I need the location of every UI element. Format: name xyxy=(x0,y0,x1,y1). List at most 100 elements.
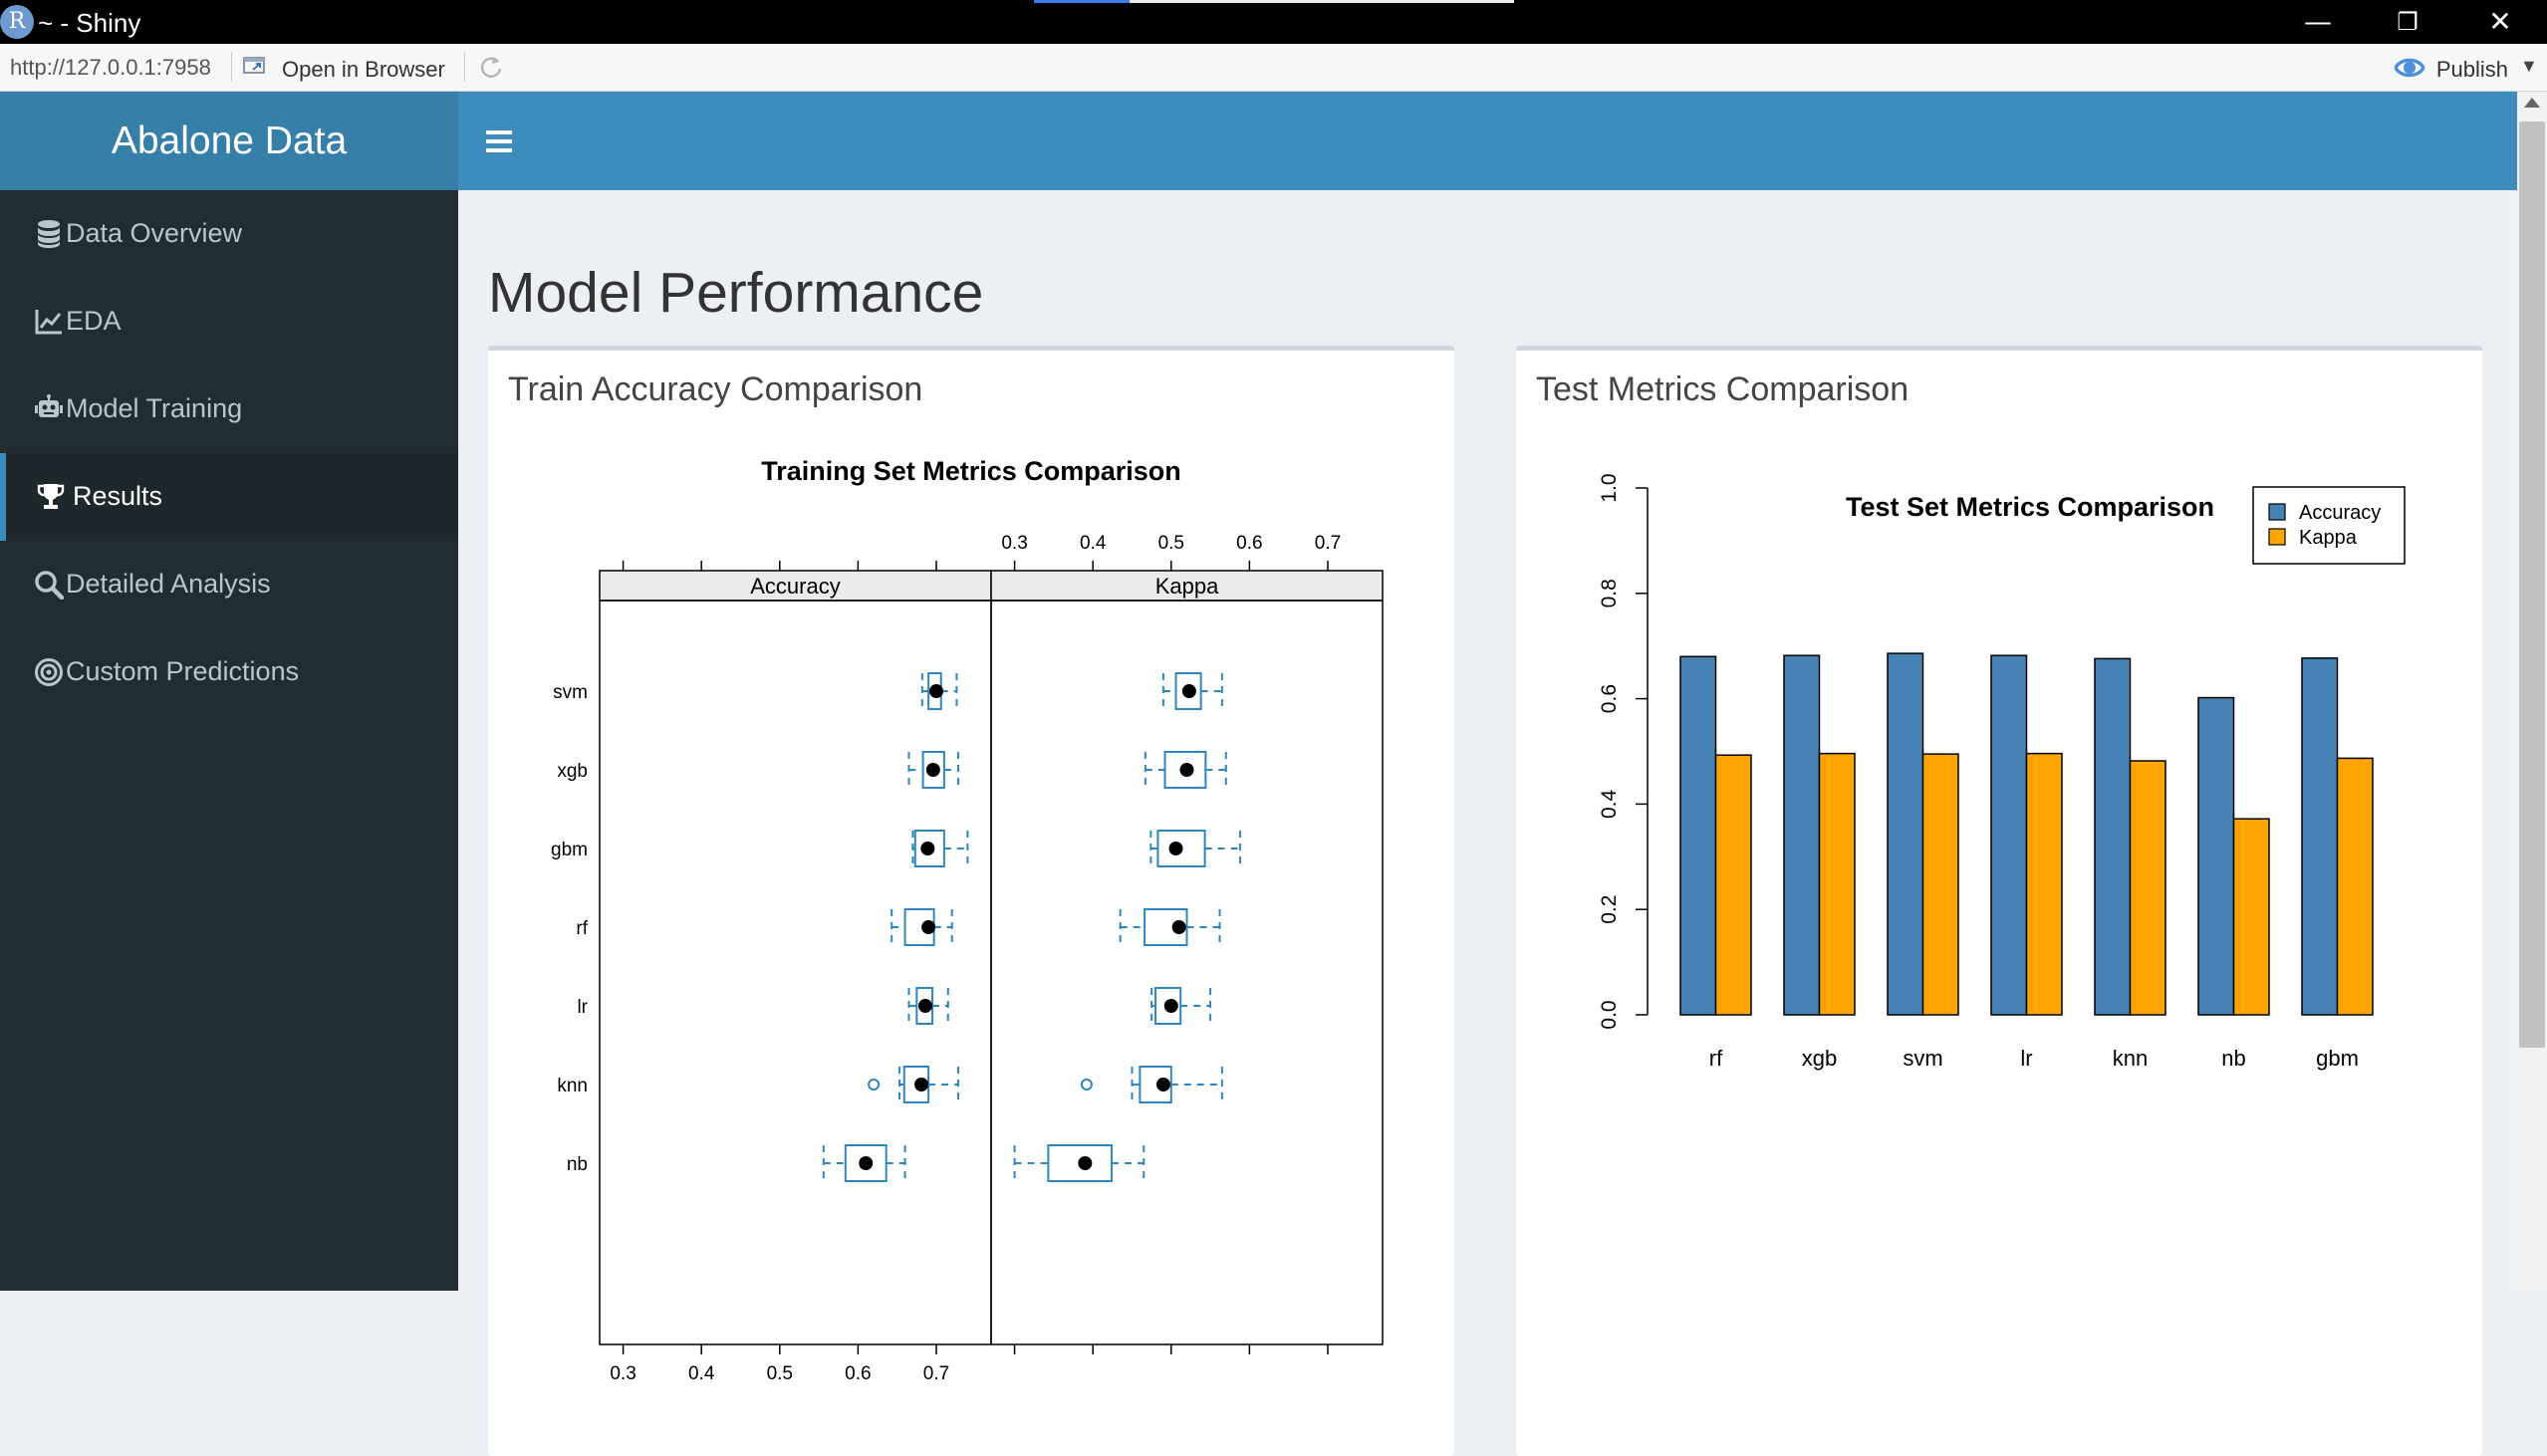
median-dot xyxy=(925,763,940,777)
scroll-up-arrow-icon[interactable] xyxy=(2524,98,2540,108)
boxplot-lr xyxy=(1150,987,1212,1025)
test-metrics-box: Test Metrics Comparison Test Set Metrics… xyxy=(1516,346,2482,1456)
train-accuracy-box: Train Accuracy Comparison Training Set M… xyxy=(488,346,1454,1456)
model-label: rf xyxy=(576,918,588,939)
refresh-icon[interactable] xyxy=(478,54,504,80)
sidebar-item-label: Detailed Analysis xyxy=(66,569,271,599)
model-label: svm xyxy=(553,682,588,703)
boxplot-svm xyxy=(920,672,958,710)
median-dot xyxy=(914,1078,929,1092)
main-content: Model Performance Train Accuracy Compari… xyxy=(458,190,2517,1456)
y-tick-label: 0.0 xyxy=(1598,1000,1621,1029)
median-dot xyxy=(1181,684,1196,698)
boxplot-svm xyxy=(1161,672,1223,710)
bar-kappa-gbm xyxy=(2336,757,2374,1016)
window-title: ~ - Shiny xyxy=(38,8,141,38)
sidebar: Data Overview EDA Model Training Results… xyxy=(0,190,458,1291)
median-dot xyxy=(921,920,936,934)
r-app-icon: R xyxy=(0,5,34,39)
bar-accuracy-gbm xyxy=(2301,657,2339,1016)
chevron-down-icon[interactable]: ▼ xyxy=(2520,56,2538,77)
loading-progress-track xyxy=(1130,0,1514,3)
tick-label: 0.5 xyxy=(1158,533,1184,554)
tick-label: 0.6 xyxy=(845,1363,871,1384)
boxplot-xgb xyxy=(1144,751,1227,789)
bar-accuracy-rf xyxy=(1679,655,1717,1016)
open-in-browser-button[interactable]: Open in Browser xyxy=(282,57,445,83)
divider xyxy=(464,52,465,82)
sidebar-item-label: Model Training xyxy=(66,393,243,423)
publish-button[interactable]: Publish xyxy=(2389,57,2508,83)
boxplot-nb xyxy=(1013,1144,1146,1182)
sidebar-toggle-icon[interactable] xyxy=(486,127,512,155)
boxplot-knn xyxy=(1080,1066,1223,1103)
boxplot-xgb xyxy=(907,751,959,789)
boxplot-gbm xyxy=(1149,830,1241,867)
chart-title: Training Set Metrics Comparison xyxy=(761,456,1181,486)
sidebar-item-label: Data Overview xyxy=(66,218,243,248)
y-tick-label: 0.6 xyxy=(1598,684,1621,713)
x-tick-label: lr xyxy=(2020,1046,2032,1071)
median-dot xyxy=(917,999,932,1013)
tick-label: 0.7 xyxy=(1315,533,1341,554)
app-logo[interactable]: Abalone Data xyxy=(0,92,458,190)
viewer-url[interactable]: http://127.0.0.1:7958 xyxy=(10,55,211,81)
outlier-point xyxy=(1080,1079,1093,1091)
loading-progress xyxy=(1034,0,1130,3)
model-label: knn xyxy=(557,1076,588,1096)
sidebar-item-label: Custom Predictions xyxy=(66,656,300,686)
boxplot-nb xyxy=(822,1144,906,1182)
panel-frame xyxy=(599,600,992,1345)
open-in-browser-icon[interactable] xyxy=(243,56,267,76)
tick-label: 0.4 xyxy=(688,1363,715,1384)
sidebar-item-model-training[interactable]: Model Training xyxy=(0,365,458,453)
boxplot-knn xyxy=(868,1066,959,1103)
restore-button[interactable]: ❐ xyxy=(2364,0,2451,44)
boxplot-rf xyxy=(891,908,953,946)
tick-label: 0.7 xyxy=(923,1363,949,1384)
legend-swatch xyxy=(2268,528,2286,546)
x-tick-label: nb xyxy=(2221,1046,2245,1071)
x-tick-label: knn xyxy=(2113,1046,2148,1071)
legend-frame xyxy=(2252,486,2406,565)
legend-label: Kappa xyxy=(2299,527,2358,549)
chart-title: Test Set Metrics Comparison xyxy=(1846,492,2214,522)
bar-accuracy-lr xyxy=(1990,654,2028,1016)
sidebar-item-data-overview[interactable]: Data Overview xyxy=(0,190,458,278)
x-tick-label: rf xyxy=(1709,1046,1723,1071)
median-dot xyxy=(920,842,935,855)
bar-accuracy-knn xyxy=(2094,657,2132,1016)
model-label: nb xyxy=(567,1154,588,1175)
sidebar-item-label: Results xyxy=(73,481,163,511)
minimize-button[interactable]: — xyxy=(2274,0,2362,44)
median-dot xyxy=(1155,1078,1170,1092)
robot-icon xyxy=(35,394,63,417)
search-icon xyxy=(35,571,64,600)
median-dot xyxy=(1168,842,1183,855)
bar-kappa-svm xyxy=(1921,753,1959,1016)
sidebar-item-detailed-analysis[interactable]: Detailed Analysis xyxy=(0,541,458,628)
bar-accuracy-svm xyxy=(1887,652,1924,1016)
window-titlebar: R ~ - Shiny — ❐ ✕ xyxy=(0,0,2547,44)
sidebar-item-custom-predictions[interactable]: Custom Predictions xyxy=(0,628,458,716)
bar-accuracy-nb xyxy=(2197,696,2235,1016)
scrollbar-thumb[interactable] xyxy=(2519,121,2545,1048)
tick-label: 0.4 xyxy=(1080,533,1107,554)
close-button[interactable]: ✕ xyxy=(2456,0,2544,44)
tick-label: 0.6 xyxy=(1236,533,1262,554)
median-dot xyxy=(1163,999,1178,1013)
app-navbar xyxy=(458,92,2517,190)
median-dot xyxy=(1171,920,1186,934)
outlier-point xyxy=(868,1079,881,1091)
legend-swatch xyxy=(2268,503,2286,521)
bar-kappa-lr xyxy=(2025,752,2063,1016)
page-scrollbar[interactable] xyxy=(2517,92,2547,1291)
boxplot-gbm xyxy=(911,830,969,867)
sidebar-item-results[interactable]: Results xyxy=(0,453,458,541)
panel-label: Kappa xyxy=(1155,574,1219,599)
trophy-icon xyxy=(37,484,65,509)
median-dot xyxy=(1179,763,1194,777)
viewer-address-bar: http://127.0.0.1:7958 Open in Browser Pu… xyxy=(0,44,2547,92)
bar-kappa-xgb xyxy=(1818,752,1856,1016)
sidebar-item-eda[interactable]: EDA xyxy=(0,278,458,365)
